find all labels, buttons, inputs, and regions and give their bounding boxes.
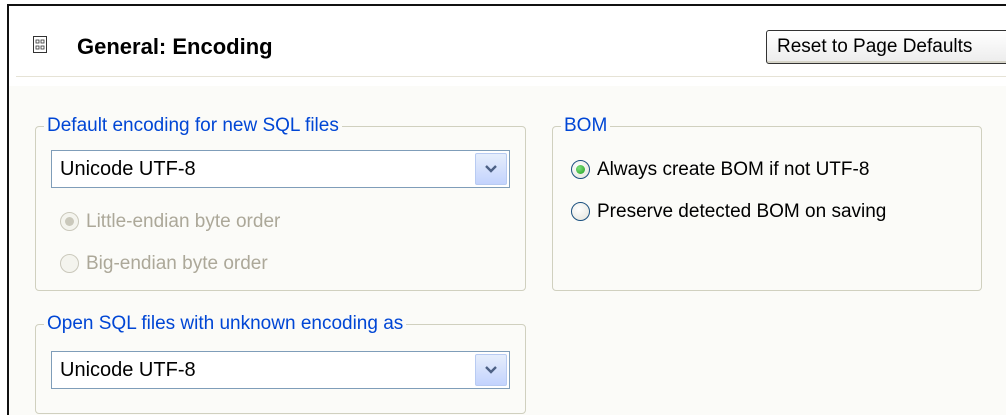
chevron-down-icon[interactable] xyxy=(475,153,507,185)
default-encoding-group: Default encoding for new SQL files Unico… xyxy=(35,116,526,291)
options-page: General: Encoding Reset to Page Defaults… xyxy=(7,4,1006,415)
always-create-bom-label: Always create BOM if not UTF-8 xyxy=(597,159,870,180)
chevron-down-icon[interactable] xyxy=(475,354,507,386)
default-encoding-select-value: Unicode UTF-8 xyxy=(60,158,196,180)
default-encoding-group-label: Default encoding for new SQL files xyxy=(44,116,342,136)
unknown-encoding-select[interactable]: Unicode UTF-8 xyxy=(51,351,510,389)
page-header: General: Encoding Reset to Page Defaults xyxy=(9,6,1006,86)
bom-group-label: BOM xyxy=(561,116,611,136)
encoding-page-icon xyxy=(33,36,47,53)
big-endian-radio-circle xyxy=(60,254,79,273)
unknown-encoding-group-label: Open SQL files with unknown encoding as xyxy=(44,314,407,334)
header-divider xyxy=(16,76,1006,77)
default-encoding-select[interactable]: Unicode UTF-8 xyxy=(51,150,510,188)
always-create-bom-radio-circle xyxy=(571,160,590,179)
unknown-encoding-group: Open SQL files with unknown encoding as … xyxy=(35,314,526,414)
unknown-encoding-select-value: Unicode UTF-8 xyxy=(60,359,196,381)
little-endian-radio-circle xyxy=(60,212,79,231)
preserve-detected-bom-label: Preserve detected BOM on saving xyxy=(597,201,887,222)
page-title: General: Encoding xyxy=(77,34,273,59)
preserve-detected-bom-radio-circle xyxy=(571,202,590,221)
reset-to-page-defaults-button[interactable]: Reset to Page Defaults xyxy=(766,30,1006,64)
bom-group: BOM Always create BOM if not UTF-8 Prese… xyxy=(552,116,982,291)
little-endian-label: Little-endian byte order xyxy=(86,211,281,232)
big-endian-label: Big-endian byte order xyxy=(86,253,268,274)
